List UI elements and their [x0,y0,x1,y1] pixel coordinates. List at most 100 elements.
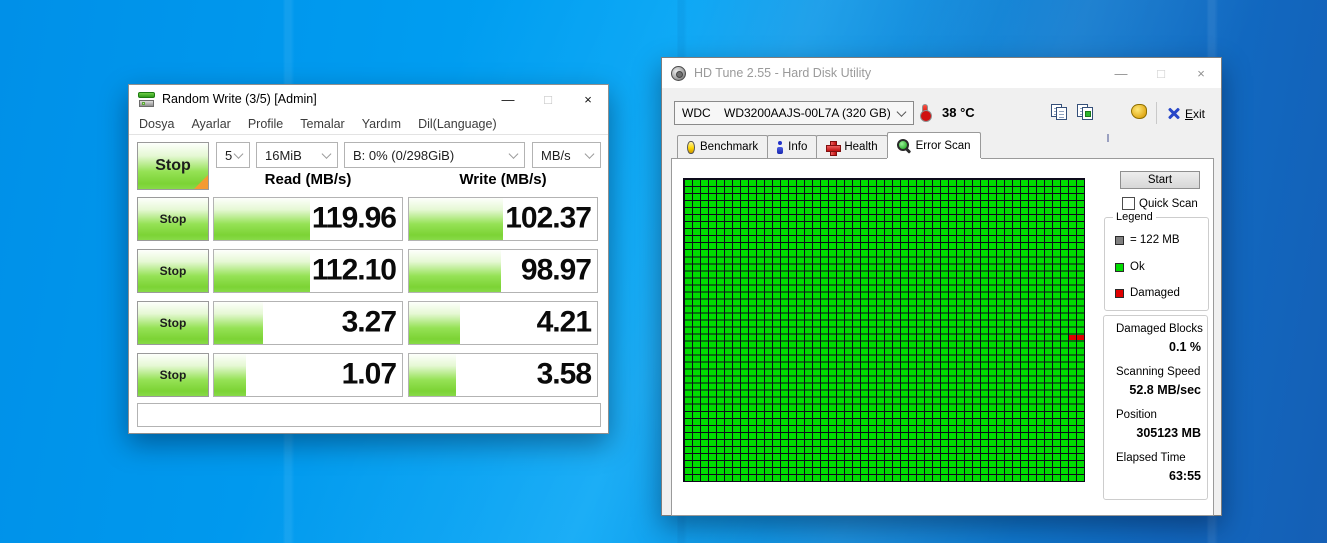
tab-info[interactable]: Info [767,135,818,158]
write-value: 4.21 [536,305,592,339]
damaged-swatch [1115,288,1124,298]
maximize-button[interactable]: □ [528,85,568,113]
target-drive-select[interactable]: B: 0% (0/298GiB) [344,142,525,168]
legend-item-blocksize: = 122 MB [1115,234,1180,246]
test-size-select[interactable]: 16MiB [256,142,338,168]
temperature-value: 38 °C [942,105,975,120]
options-button[interactable] [1131,104,1147,119]
legend-label: = 122 MB [1130,234,1180,246]
scan-stats-groupbox: Damaged Blocks 0.1 % Scanning Speed 52.8… [1103,315,1208,500]
row-stop-button[interactable]: Stop [137,353,209,397]
hdtune-app-icon [671,65,686,81]
benchmark-icon [687,140,695,154]
diskmark-menubar: Dosya Ayarlar Profile Temalar Yardım Dil… [129,113,608,135]
menu-yardim[interactable]: Yardım [362,117,401,131]
close-button[interactable]: × [1181,58,1221,88]
legend-groupbox: Legend = 122 MB Ok Damaged [1104,211,1209,311]
menu-temalar[interactable]: Temalar [300,117,344,131]
copy-text-button[interactable] [1051,104,1069,121]
read-value: 119.96 [311,201,397,235]
hdtune-window: HD Tune 2.55 - Hard Disk Utility — □ × W… [661,57,1222,516]
row-stop-button[interactable]: Stop [137,301,209,345]
tab-health[interactable]: Health [816,135,888,158]
meter-fill-bar [409,354,456,396]
test-count-value: 5 [225,147,233,163]
copy-image-button[interactable] [1077,104,1095,121]
write-meter: 3.58 [408,353,598,397]
row-stop-button[interactable]: Stop [137,197,209,241]
disk-led-shape [142,101,145,105]
meter-fill-bar [214,198,310,240]
menu-ayarlar[interactable]: Ayarlar [191,117,230,131]
write-value: 3.58 [536,357,592,391]
target-drive-value: B: 0% (0/298GiB) [353,147,455,163]
status-textbox[interactable] [137,403,601,427]
write-meter: 4.21 [408,301,598,345]
tab-label: Info [788,141,808,153]
quick-scan-checkbox[interactable] [1122,197,1135,210]
busy-corner-badge [194,175,208,189]
legend-item-ok: Ok [1115,261,1145,273]
meter-fill-bar [214,354,246,396]
page-shape [1082,107,1093,120]
stop-all-label: Stop [155,157,191,174]
minimize-button[interactable]: — [1101,58,1141,88]
stat-label: Scanning Speed [1116,366,1201,378]
quick-scan-label: Quick Scan [1139,197,1198,210]
write-value: 102.37 [505,201,592,235]
write-meter: 98.97 [408,249,598,293]
read-value: 3.27 [341,305,397,339]
meter-fill-bar [409,302,460,344]
row-stop-button[interactable]: Stop [137,249,209,293]
stat-label: Elapsed Time [1116,452,1186,464]
hdtune-window-title: HD Tune 2.55 - Hard Disk Utility [694,66,872,80]
read-column-header: Read (MB/s) [264,171,352,188]
diskmark-app-icon [138,91,155,107]
scan-grid [683,178,1085,482]
read-meter: 1.07 [213,353,403,397]
chevron-down-icon [508,149,519,159]
drive-select[interactable]: WDC WD3200AAJS-00L7A (320 GB) [674,101,914,125]
stat-elapsed-time: Elapsed Time 63:55 [1104,452,1209,483]
start-button[interactable]: Start [1120,171,1200,189]
write-column-header: Write (MB/s) [459,171,547,188]
menu-language[interactable]: Dil(Language) [418,117,497,131]
stat-value: 305123 MB [1136,426,1201,440]
close-button[interactable]: × [568,85,608,113]
disk-platter-shape [138,91,155,98]
maximize-button[interactable]: □ [1141,58,1181,88]
desktop-background: Random Write (3/5) [Admin] — □ × Dosya A… [0,0,1327,543]
tab-error-scan[interactable]: Error Scan [886,132,981,158]
meter-fill-bar [214,250,310,292]
diskmark-window-title: Random Write (3/5) [Admin] [162,92,317,106]
tab-label: Benchmark [700,141,759,153]
drive-select-value: WDC WD3200AAJS-00L7A (320 GB) [682,106,891,120]
tab-benchmark[interactable]: Benchmark [677,135,769,158]
stat-label: Position [1116,409,1157,421]
tab-label: Error Scan [915,139,971,152]
minimize-button[interactable]: — [488,85,528,113]
stat-damaged-blocks: Damaged Blocks 0.1 % [1104,323,1209,354]
thermometer-icon [920,104,932,122]
health-cross-icon [826,140,842,156]
toolbar-separator [1156,102,1157,124]
menu-dosya[interactable]: Dosya [139,117,174,131]
chevron-down-icon [233,149,244,159]
stop-all-button[interactable]: Stop [137,142,209,190]
page-shape [1056,107,1067,120]
hdtune-titlebar[interactable]: HD Tune 2.55 - Hard Disk Utility — □ × [662,58,1221,88]
read-meter: 119.96 [213,197,403,241]
read-value: 1.07 [341,357,397,391]
exit-x-icon[interactable] [1168,107,1180,119]
unit-select[interactable]: MB/s [532,142,601,168]
quick-scan-option: Quick Scan [1122,197,1198,210]
info-icon [777,140,784,154]
tab-label: Health [844,141,878,153]
exit-button[interactable]: Exit [1185,107,1205,121]
test-count-select[interactable]: 5 [216,142,250,168]
unit-value: MB/s [541,147,571,163]
menu-profile[interactable]: Profile [248,117,283,131]
legend-label: Ok [1130,261,1145,273]
benchmark-row: Stop 3.27 4.21 [129,301,610,345]
diskmark-titlebar[interactable]: Random Write (3/5) [Admin] — □ × [129,85,608,113]
